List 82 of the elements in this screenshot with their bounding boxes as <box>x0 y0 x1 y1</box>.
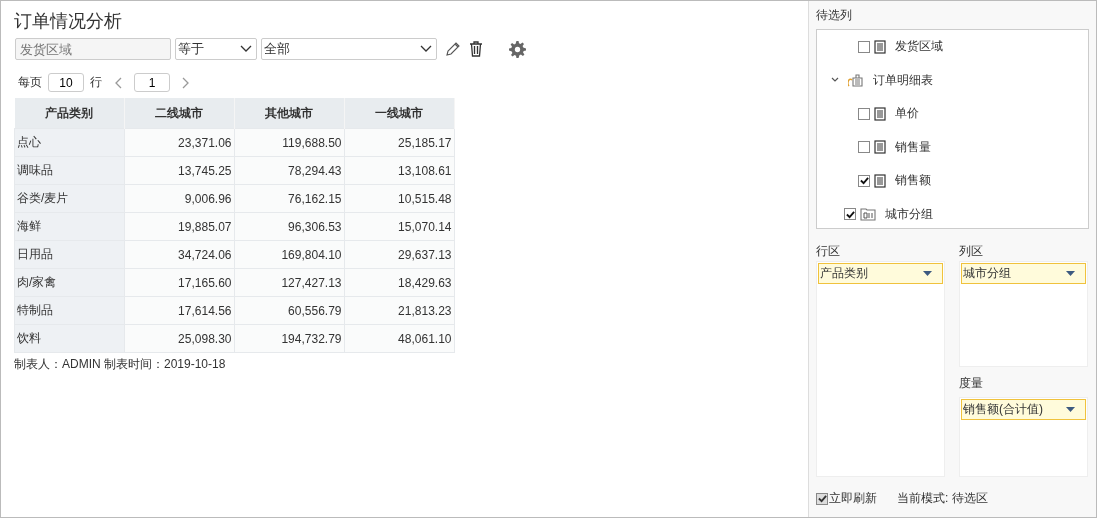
zone-label: 行区 <box>816 243 841 260</box>
zone-label: 度量 <box>959 375 984 392</box>
table-cell: 78,294.43 <box>234 156 344 185</box>
table-cell: 127,427.13 <box>234 268 344 297</box>
tree-item[interactable]: 销售额 <box>895 172 931 190</box>
folder-grid-icon <box>860 207 876 222</box>
pencil-icon[interactable] <box>445 41 461 57</box>
table-cell: 17,614.56 <box>124 296 234 325</box>
column-header: 一线城市 <box>344 98 454 129</box>
instant-refresh-label[interactable]: 立即刷新 <box>829 490 877 507</box>
column-header: 二线城市 <box>124 98 234 129</box>
table-cell: 96,306.53 <box>234 212 344 241</box>
table-cell: 18,429.63 <box>344 268 454 297</box>
table-cell: 119,688.50 <box>234 128 344 157</box>
checkbox[interactable] <box>858 141 870 154</box>
chevron-down-icon[interactable] <box>831 77 839 84</box>
table-cell: 谷类/麦片 <box>14 184 124 213</box>
table-cell: 169,804.10 <box>234 240 344 269</box>
dimension-chip[interactable]: 产品类别 <box>818 263 943 284</box>
operator-select[interactable]: 等于 <box>175 38 257 60</box>
column-header: 产品类别 <box>14 98 124 129</box>
tree-item[interactable]: 单价 <box>895 105 919 123</box>
dropdown-arrow-icon <box>1066 271 1075 276</box>
trash-icon[interactable] <box>469 41 483 57</box>
table-cell: 肉/家禽 <box>14 268 124 297</box>
checkbox[interactable] <box>858 107 870 120</box>
table-cell: 21,813.23 <box>344 296 454 325</box>
tree-item[interactable]: 订单明细表 <box>873 71 933 89</box>
dimension-chip[interactable]: 城市分组 <box>961 263 1086 284</box>
zone-label: 列区 <box>959 243 984 260</box>
document-icon <box>874 173 886 188</box>
table-cell: 23,371.06 <box>124 128 234 157</box>
value-select[interactable]: 全部 <box>261 38 437 60</box>
table-cell: 15,070.14 <box>344 212 454 241</box>
table-cell: 海鲜 <box>14 212 124 241</box>
checkbox[interactable] <box>858 40 870 53</box>
chevron-down-icon <box>240 45 252 53</box>
table-cell: 194,732.79 <box>234 324 344 353</box>
table-cell: 29,637.13 <box>344 240 454 269</box>
table-cell: 19,885.07 <box>124 212 234 241</box>
table-cell: 48,061.10 <box>344 324 454 353</box>
checkbox[interactable] <box>858 174 870 187</box>
table-cell: 点心 <box>14 128 124 157</box>
next-page-icon[interactable] <box>182 76 190 89</box>
table-cell: 9,006.96 <box>124 184 234 213</box>
table-cell: 76,162.15 <box>234 184 344 213</box>
mode-text: 当前模式: 待选区 <box>897 490 988 507</box>
chevron-down-icon <box>420 45 432 53</box>
dropdown-arrow-icon <box>1066 407 1075 412</box>
report-footer: 制表人：ADMIN 制表时间：2019-10-18 <box>14 356 808 373</box>
document-icon <box>874 140 886 155</box>
table-cell: 特制品 <box>14 296 124 325</box>
table-cell: 25,185.17 <box>344 128 454 157</box>
previous-page-icon[interactable] <box>114 76 122 89</box>
column-header: 其他城市 <box>234 98 344 129</box>
candidate-columns-label: 待选列 <box>816 7 853 24</box>
tree-item[interactable]: 销售量 <box>895 138 931 156</box>
tree-item[interactable]: 城市分组 <box>885 205 933 223</box>
checkbox[interactable] <box>844 208 856 221</box>
table-cell: 13,108.61 <box>344 156 454 185</box>
document-icon <box>874 106 886 121</box>
checkbox[interactable] <box>816 492 828 505</box>
table-cell: 34,724.06 <box>124 240 234 269</box>
table-cell: 调味品 <box>14 156 124 185</box>
table-cell: 17,165.60 <box>124 268 234 297</box>
per-page-input[interactable]: 10 <box>48 73 84 92</box>
rows-label: 行 <box>90 74 102 91</box>
dropdown-arrow-icon <box>923 271 932 276</box>
settings-icon[interactable] <box>509 40 526 58</box>
measure-chip[interactable]: 销售额(合计值) <box>961 399 1086 420</box>
tree-item[interactable]: 发货区域 <box>895 38 943 56</box>
report-title: 订单情况分析 <box>14 10 123 33</box>
table-cell: 25,098.30 <box>124 324 234 353</box>
table-cell: 日用品 <box>14 240 124 269</box>
page-input[interactable]: 1 <box>134 73 170 92</box>
document-icon <box>874 39 886 54</box>
per-page-label: 每页 <box>18 74 42 91</box>
table-cell: 饮料 <box>14 324 124 353</box>
table-cell: 10,515.48 <box>344 184 454 213</box>
table-cell: 13,745.25 <box>124 156 234 185</box>
table-cell: 60,556.79 <box>234 296 344 325</box>
field-input[interactable]: 发货区域 <box>15 38 171 60</box>
